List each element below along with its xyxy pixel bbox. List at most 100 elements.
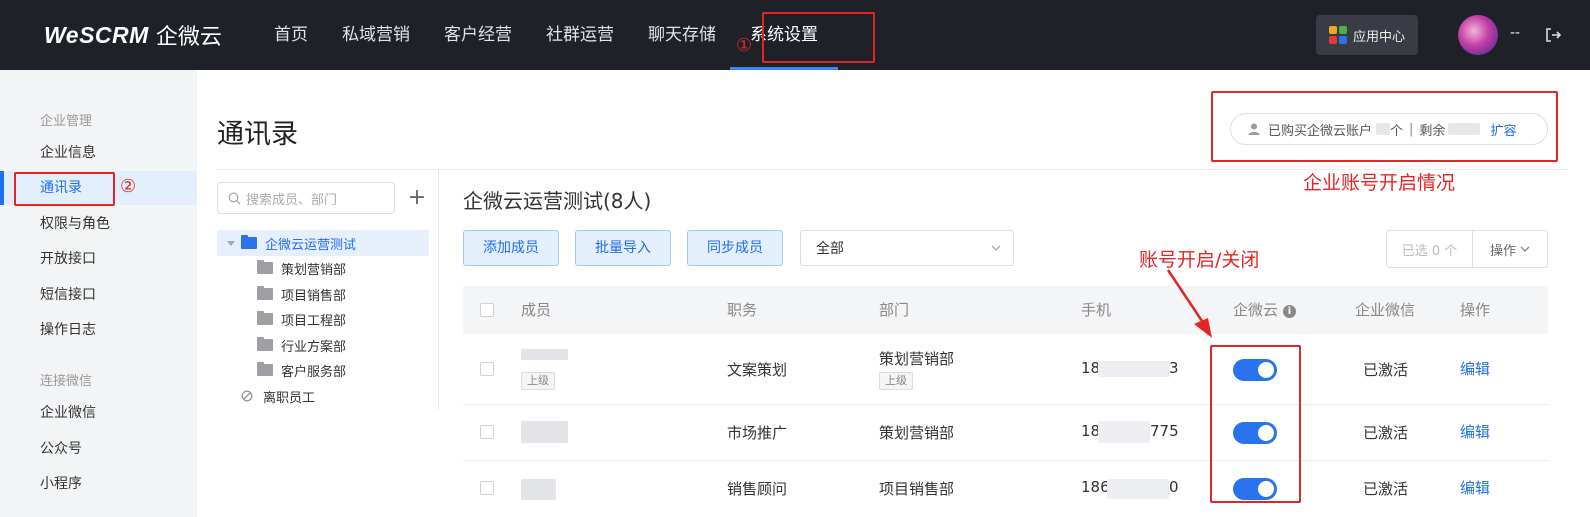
member-department: 项目销售部 — [879, 480, 955, 498]
tree-node-label: 项目销售部 — [281, 288, 347, 304]
row-checkbox[interactable] — [480, 481, 494, 495]
folder-icon — [257, 260, 273, 274]
member-name-blurred — [521, 349, 568, 360]
sidebar-item-open-api[interactable]: 开放接口 — [0, 242, 197, 276]
annotation-quota-note: 企业账号开启情况 — [1303, 172, 1456, 194]
annotation-box-quota — [1211, 91, 1558, 162]
select-all-checkbox[interactable] — [480, 303, 494, 317]
sidebar-item-official-account[interactable]: 公众号 — [0, 432, 197, 466]
member-phone-suffix: 775 — [1150, 422, 1179, 440]
caret-down-icon[interactable] — [227, 239, 235, 247]
page-title: 通讯录 — [217, 119, 298, 150]
nav-private-marketing[interactable]: 私域营销 — [342, 0, 410, 70]
folder-icon — [257, 286, 273, 300]
nav-chat-storage-label: 聊天存储 — [648, 25, 716, 45]
member-phone-suffix: 3 — [1169, 359, 1179, 377]
logo-text: WeSCRM — [44, 21, 149, 48]
sidebar: 企业管理 企业信息 通讯录 权限与角色 开放接口 短信接口 操作日志 连接微信 … — [0, 70, 197, 517]
folder-icon — [257, 362, 273, 376]
sidebar-item-label: 操作日志 — [40, 322, 96, 338]
sidebar-item-label: 公众号 — [40, 441, 82, 457]
tree-node-department[interactable]: 客户服务部 — [257, 360, 346, 380]
annotation-box-contacts — [14, 172, 115, 206]
tree-node-label: 项目工程部 — [281, 313, 347, 329]
logo-product-name: 企微云 — [155, 25, 222, 50]
edit-member-link[interactable]: 编辑 — [1460, 358, 1490, 379]
sidebar-group-wechat: 连接微信 — [40, 374, 93, 389]
app-center-button[interactable]: 应用中心 — [1316, 15, 1418, 55]
member-name-blurred — [521, 479, 556, 500]
edit-member-link[interactable]: 编辑 — [1460, 421, 1490, 442]
search-placeholder: 搜索成员、部门 — [246, 192, 338, 208]
tree-node-department[interactable]: 行业方案部 — [257, 335, 346, 355]
column-header-department: 部门 — [879, 301, 910, 319]
sidebar-item-mini-program[interactable]: 小程序 — [0, 467, 197, 501]
sidebar-item-permissions-roles[interactable]: 权限与角色 — [0, 207, 197, 241]
sidebar-item-sms-api[interactable]: 短信接口 — [0, 278, 197, 312]
selected-count: 已选 0 个 — [1387, 231, 1473, 267]
column-header-position: 职务 — [727, 301, 758, 319]
bulk-operation-dropdown[interactable]: 操作 — [1473, 231, 1547, 267]
info-icon[interactable]: i — [1283, 305, 1297, 318]
nav-chat-storage[interactable]: 聊天存储 — [648, 0, 716, 70]
wecom-status: 已激活 — [1363, 361, 1409, 379]
tree-node-department[interactable]: 项目工程部 — [257, 309, 346, 329]
edit-member-link[interactable]: 编辑 — [1460, 477, 1490, 498]
nav-active-indicator — [730, 67, 838, 70]
member-department: 策划营销部 — [879, 350, 955, 368]
bulk-action-box: 已选 0 个 操作 — [1386, 230, 1548, 268]
member-phone-blurred — [1098, 421, 1150, 443]
row-checkbox[interactable] — [480, 362, 494, 376]
tree-root-label: 企微云运营测试 — [265, 237, 357, 253]
tree-node-department[interactable]: 项目销售部 — [257, 284, 346, 304]
sidebar-item-enterprise-info[interactable]: 企业信息 — [0, 136, 197, 170]
column-header-member: 成员 — [521, 301, 552, 319]
app-center-label: 应用中心 — [1352, 29, 1405, 45]
batch-import-button[interactable]: 批量导入 — [575, 230, 671, 266]
nav-customer-management-label: 客户经营 — [444, 25, 512, 45]
annotation-arrow-icon — [1166, 269, 1212, 338]
sidebar-item-operation-log[interactable]: 操作日志 — [0, 313, 197, 347]
apps-grid-icon — [1328, 26, 1347, 44]
user-name[interactable]: -- — [1510, 25, 1520, 41]
sidebar-item-label: 企业信息 — [40, 145, 96, 161]
column-header-qiweiyun-label: 企微云 — [1233, 301, 1279, 319]
nav-community-operation[interactable]: 社群运营 — [546, 0, 614, 70]
annotation-step-1: ① — [736, 35, 753, 56]
sync-members-button[interactable]: 同步成员 — [687, 230, 783, 266]
sidebar-group-enterprise: 企业管理 — [40, 114, 93, 129]
prohibited-icon — [241, 390, 253, 402]
sidebar-item-label: 短信接口 — [40, 287, 96, 303]
member-filter-select[interactable]: 全部 — [800, 230, 1014, 266]
tree-node-root[interactable]: 企微云运营测试 — [217, 230, 429, 256]
brand-logo[interactable]: WeSCRM 企微云 — [44, 20, 222, 51]
search-icon — [228, 192, 241, 204]
tree-node-department[interactable]: 策划营销部 — [257, 258, 346, 278]
tree-node-label: 客户服务部 — [281, 364, 347, 380]
wecom-status: 已激活 — [1363, 480, 1409, 498]
folder-icon — [257, 311, 273, 325]
nav-community-operation-label: 社群运营 — [546, 25, 614, 45]
add-department-icon[interactable]: + — [407, 187, 427, 209]
row-checkbox[interactable] — [480, 425, 494, 439]
user-avatar[interactable] — [1458, 15, 1498, 55]
sidebar-item-wecom[interactable]: 企业微信 — [0, 396, 197, 430]
logout-icon[interactable] — [1544, 26, 1562, 44]
folder-icon — [241, 235, 257, 249]
tree-node-resigned[interactable]: 离职员工 — [241, 386, 315, 406]
member-name-blurred — [521, 421, 568, 443]
row-divider — [463, 404, 1548, 405]
member-phone-suffix: 0 — [1169, 478, 1179, 496]
annotation-step-2: ② — [120, 176, 137, 197]
member-position: 市场推广 — [727, 424, 788, 442]
nav-home[interactable]: 首页 — [274, 0, 308, 70]
nav-customer-management[interactable]: 客户经营 — [444, 0, 512, 70]
annotation-box-system-settings — [762, 12, 875, 63]
annotation-box-toggles — [1210, 345, 1301, 503]
add-member-button[interactable]: 添加成员 — [463, 230, 559, 266]
member-department-search-input[interactable]: 搜索成员、部门 — [217, 182, 395, 214]
member-phone-prefix: 186 — [1081, 478, 1110, 496]
member-department: 策划营销部 — [879, 424, 955, 442]
member-phone-blurred — [1107, 479, 1169, 499]
department-superior-tag: 上级 — [879, 372, 913, 390]
